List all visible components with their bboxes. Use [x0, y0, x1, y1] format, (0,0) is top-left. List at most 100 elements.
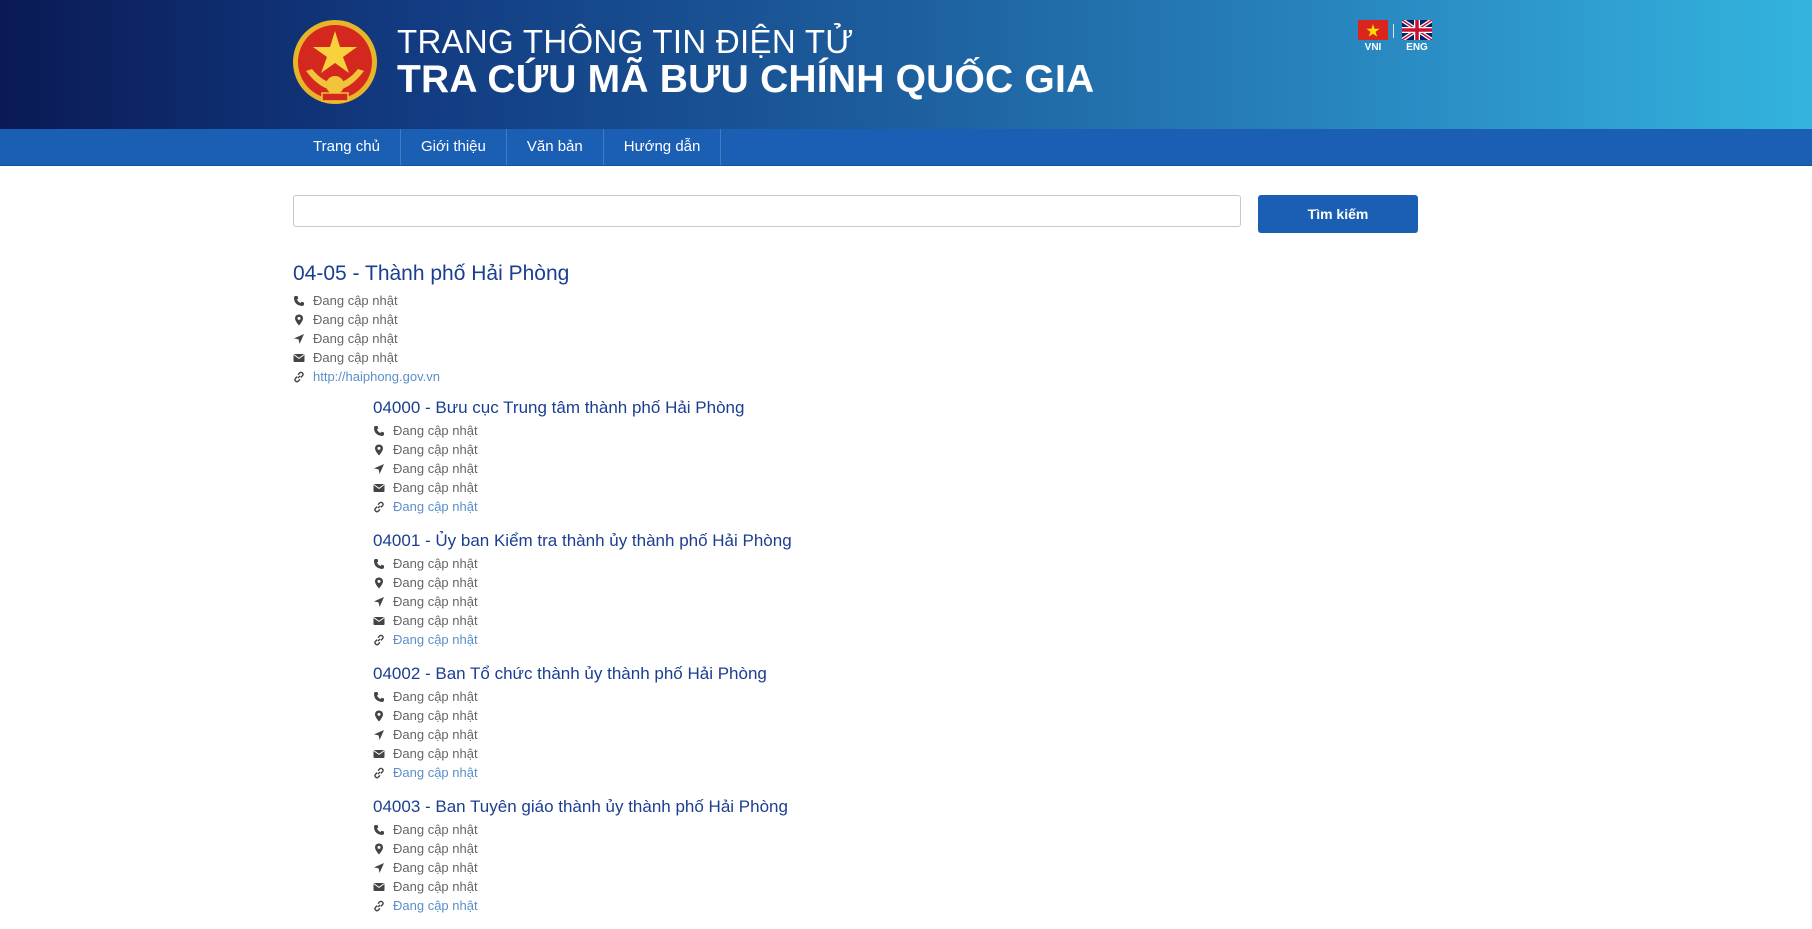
site-header: TRANG THÔNG TIN ĐIỆN TỬ TRA CỨU MÃ BƯU C…	[0, 0, 1812, 129]
child-result: 04002 - Ban Tổ chức thành ủy thành phố H…	[373, 663, 1493, 782]
location-text: Đang cập nhật	[393, 594, 478, 609]
email-text: Đang cập nhật	[393, 879, 478, 894]
website-link[interactable]: Đang cập nhật	[393, 632, 478, 647]
phone-row: Đang cập nhật	[373, 421, 1493, 440]
location-row: Đang cập nhật	[373, 459, 1493, 478]
address-text: Đang cập nhật	[393, 442, 478, 457]
uk-flag-icon	[1402, 20, 1432, 40]
child-result-title[interactable]: 04001 - Ủy ban Kiểm tra thành ủy thành p…	[373, 530, 1493, 552]
location-arrow-icon	[374, 463, 384, 474]
location-text: Đang cập nhật	[313, 331, 398, 346]
search-input[interactable]	[293, 195, 1241, 227]
website-link[interactable]: Đang cập nhật	[393, 499, 478, 514]
map-marker-icon	[375, 843, 383, 854]
link-icon	[374, 767, 384, 778]
email-text: Đang cập nhật	[393, 613, 478, 628]
envelope-icon	[373, 616, 385, 625]
website-link[interactable]: Đang cập nhật	[393, 765, 478, 780]
search-button[interactable]: Tìm kiếm	[1258, 195, 1418, 233]
address-text: Đang cập nhật	[393, 708, 478, 723]
phone-row: Đang cập nhật	[373, 554, 1493, 573]
location-text: Đang cập nhật	[393, 461, 478, 476]
phone-icon	[374, 691, 384, 702]
location-arrow-icon	[294, 333, 304, 344]
location-arrow-icon	[374, 862, 384, 873]
child-result-title[interactable]: 04002 - Ban Tổ chức thành ủy thành phố H…	[373, 663, 1493, 685]
website-row: http://haiphong.gov.vn	[293, 367, 1493, 386]
phone-text: Đang cập nhật	[393, 689, 478, 704]
location-arrow-icon	[374, 596, 384, 607]
language-vni[interactable]: VNI	[1358, 20, 1388, 53]
envelope-icon	[373, 882, 385, 891]
nav-item-home[interactable]: Trang chủ	[293, 129, 401, 165]
website-row: Đang cập nhật	[373, 497, 1493, 516]
location-row: Đang cập nhật	[373, 725, 1493, 744]
phone-text: Đang cập nhật	[313, 293, 398, 308]
location-row: Đang cập nhật	[373, 858, 1493, 877]
phone-icon	[374, 824, 384, 835]
phone-row: Đang cập nhật	[373, 687, 1493, 706]
address-row: Đang cập nhật	[373, 839, 1493, 858]
location-row: Đang cập nhật	[293, 329, 1493, 348]
location-text: Đang cập nhật	[393, 727, 478, 742]
link-icon	[374, 634, 384, 645]
phone-row: Đang cập nhật	[293, 291, 1493, 310]
email-text: Đang cập nhật	[393, 746, 478, 761]
location-row: Đang cập nhật	[373, 592, 1493, 611]
phone-icon	[294, 295, 304, 306]
child-result: 04001 - Ủy ban Kiểm tra thành ủy thành p…	[373, 530, 1493, 649]
vietnam-flag-icon	[1358, 20, 1388, 40]
result-title[interactable]: 04-05 - Thành phố Hải Phòng	[293, 261, 1493, 287]
email-row: Đang cập nhật	[373, 877, 1493, 896]
map-marker-icon	[375, 710, 383, 721]
language-eng-label: ENG	[1406, 42, 1428, 53]
phone-text: Đang cập nhật	[393, 822, 478, 837]
address-row: Đang cập nhật	[373, 440, 1493, 459]
child-results: 04000 - Bưu cục Trung tâm thành phố Hải …	[373, 397, 1493, 915]
map-marker-icon	[375, 444, 383, 455]
address-row: Đang cập nhật	[373, 573, 1493, 592]
email-row: Đang cập nhật	[373, 611, 1493, 630]
email-row: Đang cập nhật	[373, 478, 1493, 497]
phone-text: Đang cập nhật	[393, 423, 478, 438]
email-text: Đang cập nhật	[313, 350, 398, 365]
website-row: Đang cập nhật	[373, 630, 1493, 649]
phone-text: Đang cập nhật	[393, 556, 478, 571]
nav-item-about[interactable]: Giới thiệu	[401, 129, 507, 165]
phone-icon	[374, 558, 384, 569]
address-text: Đang cập nhật	[393, 841, 478, 856]
address-row: Đang cập nhật	[373, 706, 1493, 725]
child-result: 04003 - Ban Tuyên giáo thành ủy thành ph…	[373, 796, 1493, 915]
email-row: Đang cập nhật	[293, 348, 1493, 367]
email-row: Đang cập nhật	[373, 744, 1493, 763]
child-result: 04000 - Bưu cục Trung tâm thành phố Hải …	[373, 397, 1493, 516]
nav-item-documents[interactable]: Văn bản	[507, 129, 604, 165]
nav-item-guide[interactable]: Hướng dẫn	[604, 129, 722, 165]
link-icon	[374, 501, 384, 512]
language-vni-label: VNI	[1364, 42, 1382, 53]
website-link[interactable]: http://haiphong.gov.vn	[313, 369, 440, 384]
link-icon	[294, 371, 304, 382]
language-eng[interactable]: ENG	[1402, 20, 1432, 53]
child-result-title[interactable]: 04003 - Ban Tuyên giáo thành ủy thành ph…	[373, 796, 1493, 818]
map-marker-icon	[375, 577, 383, 588]
site-title: TRA CỨU MÃ BƯU CHÍNH QUỐC GIA	[397, 58, 1095, 101]
results-list: 04-05 - Thành phố Hải Phòng Đang cập nhậ…	[293, 261, 1493, 929]
website-row: Đang cập nhật	[373, 763, 1493, 782]
site-subtitle: TRANG THÔNG TIN ĐIỆN TỬ	[397, 23, 854, 60]
envelope-icon	[293, 353, 305, 362]
address-text: Đang cập nhật	[393, 575, 478, 590]
main-nav: Trang chủ Giới thiệu Văn bản Hướng dẫn	[0, 129, 1812, 166]
envelope-icon	[373, 749, 385, 758]
location-text: Đang cập nhật	[393, 860, 478, 875]
address-row: Đang cập nhật	[293, 310, 1493, 329]
envelope-icon	[373, 483, 385, 492]
location-arrow-icon	[374, 729, 384, 740]
child-result-title[interactable]: 04000 - Bưu cục Trung tâm thành phố Hải …	[373, 397, 1493, 419]
address-text: Đang cập nhật	[313, 312, 398, 327]
phone-row: Đang cập nhật	[373, 820, 1493, 839]
national-emblem-icon	[293, 20, 377, 104]
email-text: Đang cập nhật	[393, 480, 478, 495]
phone-icon	[374, 425, 384, 436]
language-divider	[1393, 24, 1394, 38]
